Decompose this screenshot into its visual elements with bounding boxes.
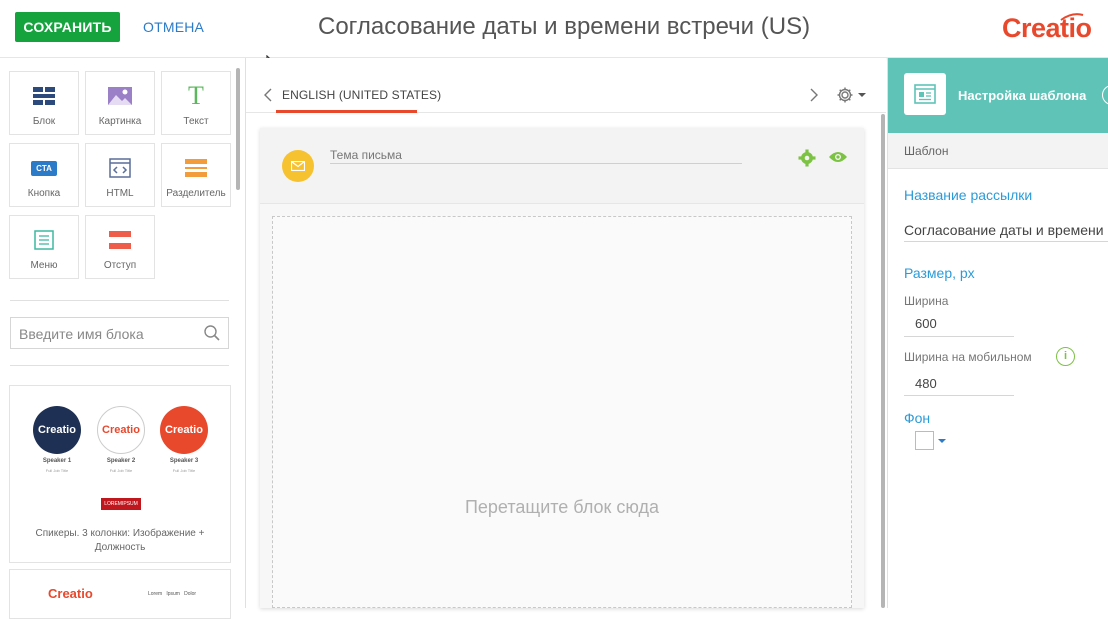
block-tile-label: HTML — [106, 188, 134, 199]
block-tile-spacer[interactable]: Отступ — [85, 215, 155, 279]
background-color-swatch[interactable] — [915, 431, 934, 450]
gear-icon[interactable] — [836, 85, 868, 105]
search-icon[interactable] — [203, 324, 221, 342]
drop-hint: Перетащите блок сюда — [464, 497, 660, 517]
settings-header: Настройка шаблона — [888, 58, 1108, 133]
editor-scrollbar[interactable] — [881, 114, 885, 608]
lorem-badge: LOREMIPSUM — [101, 498, 141, 510]
block-tile-menu[interactable]: Меню — [9, 215, 79, 279]
block-tile-label: Блок — [32, 116, 56, 127]
template-links: Lorem Ipsum Dolor — [148, 591, 197, 597]
envelope-icon — [282, 150, 314, 182]
block-tile-label: Кнопка — [27, 188, 61, 199]
drop-zone[interactable]: Перетащите блок сюда — [272, 216, 852, 608]
text-icon: T — [188, 81, 204, 110]
block-tile-image[interactable]: Картинка — [85, 71, 155, 135]
speaker-name: Speaker 2 — [106, 458, 136, 464]
spacer-icon — [86, 228, 154, 252]
speaker-name: Speaker 1 — [42, 458, 72, 464]
template-card-caption: Спикеры. 3 колонки: Изображение + Должно… — [35, 528, 205, 553]
block-tile-text[interactable]: T Текст — [161, 71, 231, 135]
cancel-button[interactable]: ОТМЕНА — [143, 19, 204, 35]
speaker-title: Full Job Title — [45, 468, 69, 473]
mobile-width-label: Ширина на мобильном — [904, 350, 1032, 364]
template-icon — [904, 73, 946, 115]
tab-language-en-us[interactable]: ENGLISH (UNITED STATES) — [282, 88, 441, 102]
speaker-name: Speaker 3 — [169, 458, 199, 464]
width-label: Ширина — [904, 294, 949, 308]
html-code-icon — [86, 156, 154, 180]
chevron-down-icon[interactable] — [937, 438, 947, 444]
field-underline — [904, 336, 1014, 337]
email-canvas: Перетащите блок сюда — [260, 128, 864, 608]
save-button[interactable]: СОХРАНИТЬ — [15, 12, 120, 42]
divider — [10, 300, 229, 301]
blocks-panel: Блок Картинка T Текст CTA Кнопка HTML Ра… — [0, 58, 246, 619]
template-logo: Creatio — [48, 586, 93, 601]
template-card-header[interactable]: Creatio Lorem Ipsum Dolor — [9, 569, 231, 619]
block-tile-button[interactable]: CTA Кнопка — [9, 143, 79, 207]
subject-bar — [260, 128, 864, 204]
mobile-width-field[interactable]: 480 — [915, 376, 937, 391]
chevron-left-icon[interactable] — [262, 87, 274, 103]
cta-button-icon: CTA — [10, 156, 78, 180]
width-field[interactable]: 600 — [915, 316, 937, 331]
speaker-avatar: Creatio — [33, 406, 81, 454]
top-toolbar: СОХРАНИТЬ ОТМЕНА Согласование даты и вре… — [0, 0, 1108, 58]
divider — [10, 365, 229, 366]
background-label: Фон — [904, 410, 931, 426]
block-search — [10, 317, 229, 349]
block-tile-divider[interactable]: Разделитель — [161, 143, 231, 207]
block-tile-label: Отступ — [103, 260, 137, 271]
blocks-scrollbar[interactable] — [236, 68, 240, 190]
info-icon[interactable]: i — [1056, 347, 1075, 366]
subhead-label: Шаблон — [904, 144, 949, 158]
divider-icon — [162, 156, 230, 180]
page-title: Согласование даты и времени встречи (US) — [318, 13, 811, 40]
speaker-avatar: Creatio — [160, 406, 208, 454]
field-underline — [904, 395, 1014, 396]
template-settings-panel: Настройка шаблона Шаблон Название рассыл… — [887, 58, 1108, 608]
mailing-name-label: Название рассылки — [904, 187, 1033, 203]
field-underline — [904, 241, 1108, 242]
block-tile-label: Меню — [30, 260, 58, 271]
mailing-name-field[interactable]: Согласование даты и времени — [904, 222, 1104, 238]
settings-icon[interactable] — [798, 149, 816, 167]
menu-icon — [10, 228, 78, 252]
eye-icon[interactable] — [828, 150, 848, 164]
block-tile-block[interactable]: Блок — [9, 71, 79, 135]
settings-subhead: Шаблон — [888, 133, 1108, 169]
active-tab-indicator — [276, 110, 417, 113]
chevron-right-icon[interactable] — [808, 87, 820, 103]
block-tile-label: Текст — [183, 116, 209, 127]
speaker-avatar: Creatio — [97, 406, 145, 454]
block-tile-label: Разделитель — [166, 188, 226, 199]
speaker-title: Full Job Title — [172, 468, 196, 473]
image-icon — [86, 84, 154, 108]
language-bar: ENGLISH (UNITED STATES) — [246, 58, 886, 113]
size-label: Размер, px — [904, 265, 975, 281]
email-editor: ENGLISH (UNITED STATES) Тема письма Пере… — [246, 58, 886, 608]
logo-swoosh-icon — [1060, 13, 1084, 21]
info-icon[interactable] — [1102, 85, 1108, 105]
search-input[interactable] — [19, 324, 199, 344]
speaker-title: Full Job Title — [109, 468, 133, 473]
template-card-speakers[interactable]: Creatio Creatio Creatio Speaker 1 Speake… — [9, 385, 231, 563]
settings-title: Настройка шаблона — [958, 88, 1087, 103]
block-tile-label: Картинка — [98, 116, 142, 127]
subject-input[interactable] — [330, 146, 742, 164]
block-tile-html[interactable]: HTML — [85, 143, 155, 207]
block-grid-icon — [10, 84, 78, 108]
